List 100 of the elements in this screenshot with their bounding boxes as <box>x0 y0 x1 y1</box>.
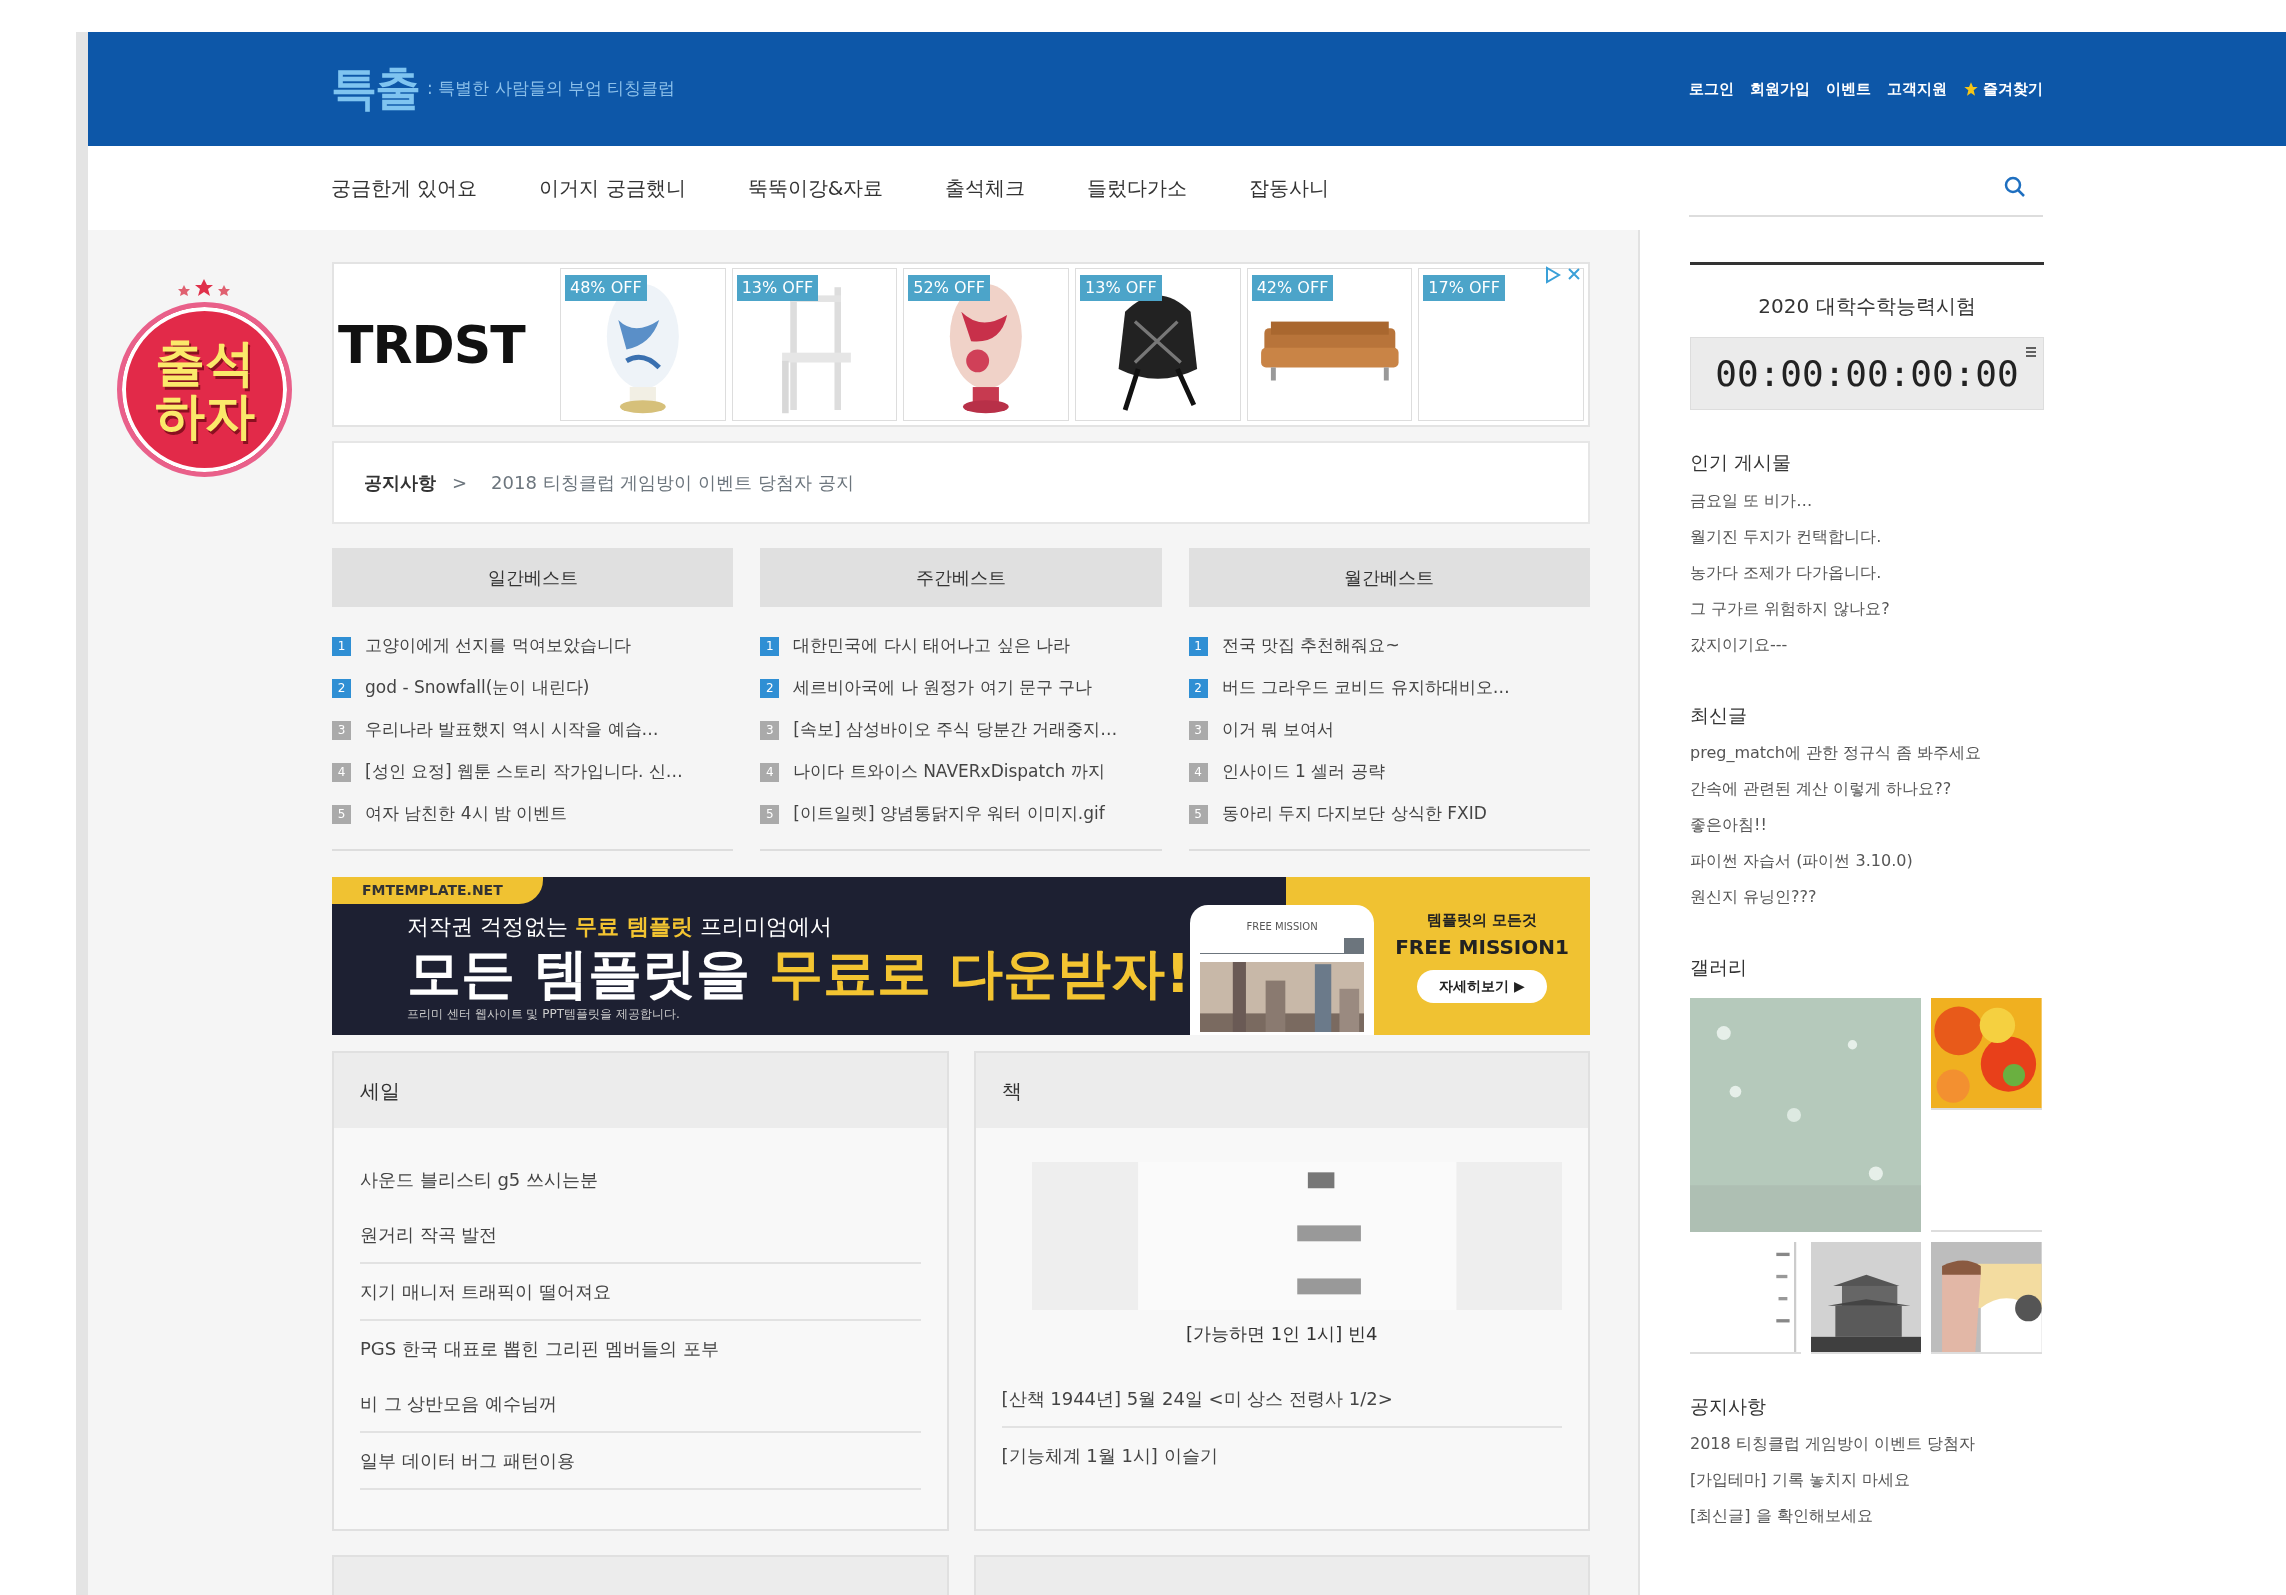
banner-subtext: 프리미 센터 웹사이트 및 PPT템플릿을 제공합니다. <box>407 1006 681 1024</box>
discount-tag: 17% OFF <box>1423 275 1505 301</box>
nav-link[interactable]: 잡동사니 <box>1249 172 1330 203</box>
rank-badge: 3 <box>332 720 351 740</box>
banner-headline: 모든 템플릿을 무료로 다운받자! <box>407 943 1191 1006</box>
list-link[interactable]: 전국 맛집 추천해줘요~ <box>1221 633 1400 659</box>
star-icon <box>1963 80 1979 97</box>
section-title: 갤러리 <box>1690 955 1748 980</box>
search-icon[interactable] <box>2003 174 2027 199</box>
panel-link[interactable]: 일부 데이터 버그 패턴이용 <box>360 1433 921 1490</box>
list-link[interactable]: 인사이드 1 셀러 공략 <box>1221 759 1385 785</box>
discount-tag: 13% OFF <box>736 275 819 301</box>
rank-badge: 1 <box>760 636 780 656</box>
notice-link[interactable]: 2018 티칭클럽 게임방이 이벤트 당첨자 공지 <box>491 469 854 496</box>
sidebar-link[interactable]: 갔지이기요--- <box>1690 626 2044 663</box>
banner-text: 저작권 걱정없는 무료 템플릿 프리미엄에서 <box>407 913 833 941</box>
discount-tag: 13% OFF <box>1080 275 1162 301</box>
countdown-timer: 00:00:00:00:00 <box>1715 351 2019 396</box>
rank-badge: 1 <box>332 636 351 656</box>
list-link[interactable]: 버드 그라우드 코비드 유지하대비오… <box>1221 675 1510 701</box>
list-link[interactable]: 세르비아국에 나 원정가 여기 문구 구나 <box>793 675 1093 701</box>
rank-badge: 5 <box>332 804 351 824</box>
sidebar-link[interactable]: [최신글] 을 확인해보세요 <box>1690 1498 2044 1534</box>
nav-link[interactable]: 출석체크 <box>945 172 1026 203</box>
featured-caption[interactable]: [가능하면 1인 1시] 빈4 <box>975 1320 1588 1347</box>
panel-link[interactable]: 지기 매니저 트래픽이 떨어져요 <box>360 1264 921 1321</box>
badge-text: 출석 <box>154 337 255 390</box>
arrow-text: > <box>452 471 468 495</box>
phone-title: FREE MISSION <box>1245 920 1319 934</box>
sidebar-link[interactable]: [가입테마] 기록 놓치지 마세요 <box>1690 1462 2044 1498</box>
tagline: : 특별한 사람들의 부업 티칭클럽 <box>427 77 676 101</box>
rank-badge: 3 <box>1188 720 1208 740</box>
play-icon[interactable] <box>1544 266 1562 284</box>
list-header: 주간베스트 <box>760 548 1162 607</box>
sidebar-link[interactable]: 농가다 조제가 다가옵니다. <box>1690 554 2044 591</box>
rank-badge: 1 <box>1188 636 1208 656</box>
list-link[interactable]: [속보] 삼성바이오 주식 당분간 거래중지… <box>793 717 1118 743</box>
banner-side-title: FREE MISSION1 <box>1395 933 1569 961</box>
panel-link[interactable]: PGS 한국 대표로 뽑힌 그리핀 멤버들의 포부 <box>360 1321 921 1376</box>
rank-badge: 5 <box>760 804 780 824</box>
discount-tag: 48% OFF <box>565 275 647 301</box>
logo[interactable]: 특출 <box>331 54 419 124</box>
rank-badge: 3 <box>760 720 780 740</box>
panel-link[interactable]: [산책 1944년] 5월 24일 <미 상스 전령사 1/2> <box>1001 1371 1562 1428</box>
list-link[interactable]: [성인 요정] 웹툰 스토리 작가입니다. 신… <box>365 759 683 785</box>
panel-link[interactable]: [기능체계 1월 1시] 이슬기 <box>1001 1428 1562 1483</box>
panel-title: 책 <box>975 1053 1588 1128</box>
list-header: 월간베스트 <box>1188 548 1590 607</box>
list-link[interactable]: 대한민국에 다시 태어나고 싶은 나라 <box>793 633 1070 659</box>
rank-badge: 2 <box>332 678 351 698</box>
sidebar-link[interactable]: 월기진 두지가 컨택합니다. <box>1690 518 2044 555</box>
ad-brand: TRDST <box>338 313 527 377</box>
menu-icon[interactable] <box>2025 346 2037 358</box>
banner[interactable]: FMTEMPLATE.NET 저작권 걱정없는 무료 템플릿 프리미엄에서 모든 템플릿을 무료로 다운받자! 프리미 센터 웹사이트 및 PPT템플릿을 제공합니다. FREE MISSION 템플릿의 모든것 FREE MISSION1 자세히보기 ▶ <box>332 877 1590 1035</box>
rank-badge: 2 <box>760 678 780 698</box>
phone-button <box>1344 938 1365 954</box>
sidebar-link[interactable]: 그 구가르 위험하지 않나요? <box>1690 590 2044 627</box>
list-link[interactable]: 이거 뭐 보여서 <box>1221 717 1335 743</box>
header-link[interactable]: 이벤트 <box>1826 77 1871 101</box>
sidebar-link[interactable]: 좋은아침!! <box>1690 807 2044 843</box>
sidebar-link[interactable]: 원신지 유닝인??? <box>1690 879 2044 915</box>
badge-text: 하자 <box>154 389 255 442</box>
header-link[interactable]: 즐겨찾기 <box>1963 77 2043 101</box>
header-link[interactable]: 회원가입 <box>1750 77 1810 101</box>
list-link[interactable]: 여자 남친한 4시 밤 이벤트 <box>365 801 568 827</box>
sidebar-link[interactable]: 금요일 또 비가… <box>1690 482 2044 519</box>
header-link[interactable]: 고객지원 <box>1887 77 1947 101</box>
nav-link[interactable]: 궁금한게 있어요 <box>331 172 478 203</box>
list-link[interactable]: 고양이에게 선지를 먹여보았습니다 <box>365 633 631 659</box>
rank-badge: 4 <box>1188 762 1208 782</box>
sidebar-link[interactable]: preg_match에 관한 정규식 좀 봐주세요 <box>1690 735 2044 771</box>
section-title: 공지사항 <box>1690 1393 1767 1419</box>
notice-label: 공지사항 <box>364 471 436 495</box>
section-title: 최신글 <box>1690 702 1748 728</box>
list-link[interactable]: [이트일렛] 양념통닭지우 워터 이미지.gif <box>793 801 1105 827</box>
panel-link[interactable]: 비 그 상반모음 예수님꺼 <box>360 1376 921 1433</box>
discount-tag: 42% OFF <box>1251 275 1334 301</box>
nav-link[interactable]: 뚝뚝이강&자료 <box>747 172 884 203</box>
more-button[interactable]: 자세히보기 ▶ <box>1417 969 1547 1003</box>
banner-side-text: 템플릿의 모든것 <box>1426 910 1538 932</box>
rank-badge: 5 <box>1188 804 1208 824</box>
attendance-badge[interactable]: 출석 하자 <box>117 302 292 477</box>
panel-link[interactable]: 원거리 작곡 발전 <box>360 1207 921 1264</box>
nav-link[interactable]: 들렀다가소 <box>1087 172 1188 203</box>
list-link[interactable]: god - Snowfall(눈이 내린다) <box>365 675 590 701</box>
list-link[interactable]: 동아리 두지 다지보단 상식한 FXID <box>1221 801 1487 827</box>
close-icon[interactable] <box>1566 266 1582 282</box>
section-title: 인기 게시물 <box>1690 450 1793 475</box>
sidebar-link[interactable]: 파이썬 자습서 (파이썬 3.10.0) <box>1690 843 2044 879</box>
header-link[interactable]: 로그인 <box>1689 77 1734 101</box>
nav-link[interactable]: 이거지 궁금했니 <box>539 172 686 203</box>
rank-badge: 2 <box>1188 678 1208 698</box>
list-link[interactable]: 나이다 트와이스 NAVERxDispatch 까지 <box>793 759 1105 785</box>
panel-link[interactable]: 사운드 블리스티 g5 쓰시는분 <box>360 1152 921 1207</box>
sidebar-link[interactable]: 2018 티칭클럽 게임방이 이벤트 당첨자 <box>1690 1426 2044 1462</box>
countdown-title: 2020 대학수학능력시험 <box>1690 262 2044 321</box>
rank-badge: 4 <box>760 762 780 782</box>
list-link[interactable]: 우리나라 발표했지 역시 시작을 예습… <box>365 717 659 743</box>
sidebar-link[interactable]: 간속에 관련된 계산 이렇게 하나요?? <box>1690 771 2044 807</box>
panel-title: 세일 <box>334 1053 947 1128</box>
